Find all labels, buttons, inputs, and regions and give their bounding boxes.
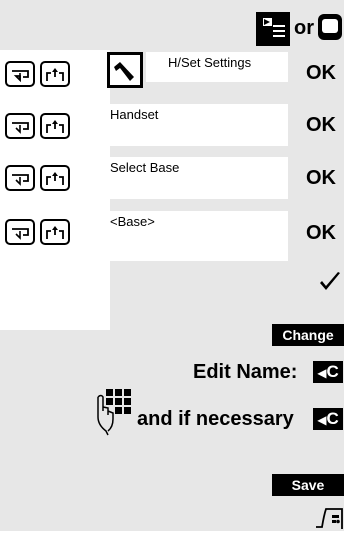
row-2-field: Handset — [107, 104, 288, 146]
row-3-field: Select Base — [107, 157, 288, 199]
row-4-ok-button[interactable]: OK — [301, 218, 341, 248]
row-4-label: <Base> — [110, 214, 155, 229]
backspace-icon[interactable]: ◀C — [313, 408, 343, 430]
row-1-label: H/Set Settings — [168, 55, 252, 70]
row-2-ok-button[interactable]: OK — [301, 110, 341, 140]
keypad-hand-icon — [94, 387, 134, 437]
down-arrow-key-icon[interactable] — [5, 165, 35, 191]
row-1-field: H/Set Settings — [146, 52, 288, 82]
if-necessary-label: and if necessary — [137, 408, 294, 430]
down-arrow-key-icon[interactable] — [5, 113, 35, 139]
handset-end-icon[interactable] — [314, 503, 344, 531]
or-label: or — [294, 17, 314, 39]
up-arrow-key-icon[interactable] — [40, 219, 70, 245]
end-key-icon[interactable] — [318, 14, 342, 40]
menu-key-icon[interactable] — [256, 12, 290, 46]
c-key-label: C — [326, 409, 339, 428]
edit-name-label: Edit Name: — [193, 361, 298, 383]
down-arrow-key-icon[interactable] — [5, 61, 35, 87]
row-3-ok-button[interactable]: OK — [301, 163, 341, 193]
backspace-icon[interactable]: ◀C — [313, 361, 343, 383]
down-arrow-key-icon[interactable] — [5, 219, 35, 245]
row-3-label: Select Base — [110, 160, 180, 175]
up-arrow-key-icon[interactable] — [40, 61, 70, 87]
tool-icon — [107, 52, 143, 88]
change-button[interactable]: Change — [272, 324, 344, 346]
up-arrow-key-icon[interactable] — [40, 113, 70, 139]
row-1-ok-button[interactable]: OK — [301, 58, 341, 88]
row-2-label: Handset — [110, 107, 159, 122]
up-arrow-key-icon[interactable] — [40, 165, 70, 191]
checkmark-icon — [318, 270, 342, 294]
c-key-label: C — [326, 362, 339, 381]
row-4-field: <Base> — [107, 211, 288, 261]
save-button[interactable]: Save — [272, 474, 344, 496]
